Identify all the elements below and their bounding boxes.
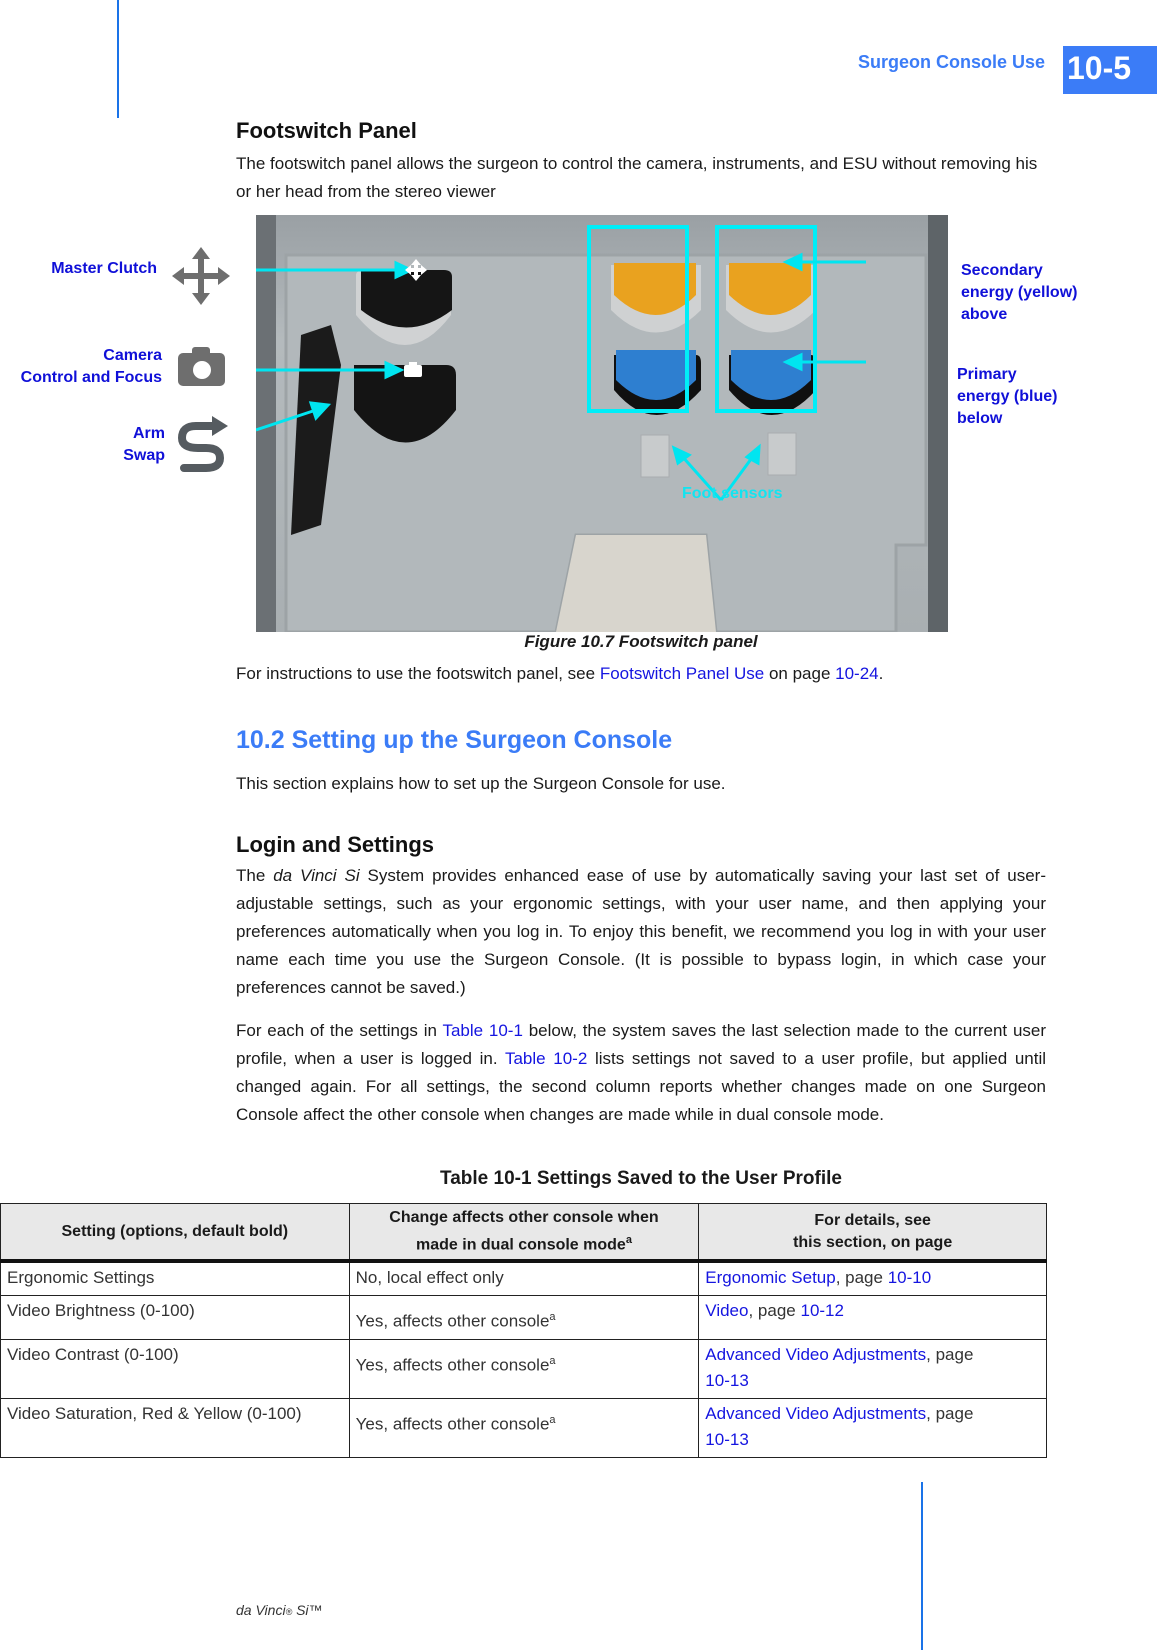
master-clutch-label: Master Clutch [51, 260, 157, 277]
cell-affects: No, local effect only [348, 1260, 700, 1297]
header-rule [117, 0, 119, 118]
page-number-badge: 10-5 [1063, 46, 1157, 94]
foot-sensor-right [767, 432, 797, 476]
footnote-marker: a [549, 1354, 556, 1367]
header-setting: Setting (options, default bold) [0, 1203, 350, 1264]
arm-swap-label-line1: Arm [132, 425, 165, 442]
cell-details: Video, page 10-12 [698, 1295, 1047, 1340]
camera-icon [178, 345, 226, 392]
affects-text: Yes, affects other console [355, 1414, 550, 1434]
table-10-1-link[interactable]: Table 10-1 [442, 1021, 522, 1040]
table-row: Video Contrast (0-100) Yes, affects othe… [0, 1338, 1047, 1399]
footswitch-panel-use-link[interactable]: Footswitch Panel Use [600, 664, 764, 683]
page-link[interactable]: 10-12 [800, 1301, 843, 1320]
details-link[interactable]: Video [705, 1301, 748, 1320]
page-prefix: , page [926, 1344, 974, 1364]
cell-setting: Video Brightness (0-100) [0, 1295, 350, 1340]
footer-rule [921, 1482, 923, 1650]
secondary-energy-label: Secondary energy (yellow) above [961, 260, 1077, 326]
page-link[interactable]: 10-10 [888, 1268, 931, 1287]
header-details-line1: For details, see [814, 1211, 931, 1229]
header-affects-line1: Change affects other console when [389, 1209, 659, 1226]
table-10-2-link[interactable]: Table 10-2 [505, 1049, 587, 1068]
foot-sensor-left [640, 434, 670, 478]
cell-affects: Yes, affects other consolea [348, 1338, 700, 1399]
figure-caption: Figure 10.7 Footswitch panel [524, 632, 758, 651]
table-row: Video Brightness (0-100) Yes, affects ot… [0, 1295, 1047, 1340]
affects-text: Yes, affects other console [355, 1311, 550, 1331]
details-link[interactable]: Advanced Video Adjustments [705, 1404, 926, 1423]
cell-setting: Ergonomic Settings [0, 1260, 350, 1297]
primary-line3: below [957, 410, 1003, 427]
footer-model: Si™ [292, 1602, 323, 1618]
instructions-suffix: . [878, 664, 884, 683]
cell-details: Advanced Video Adjustments, page 10-13 [698, 1397, 1047, 1458]
camera-label-line1: Camera [103, 347, 162, 364]
details-link[interactable]: Ergonomic Setup [705, 1268, 835, 1287]
details-link[interactable]: Advanced Video Adjustments [705, 1345, 926, 1364]
affects-text: No, local effect only [355, 1268, 504, 1288]
page-link[interactable]: 10-13 [705, 1371, 748, 1390]
page-prefix: , page [926, 1403, 974, 1423]
login-paragraph-1: The da Vinci Si System provides enhanced… [236, 862, 1046, 1002]
footswitch-photo [255, 215, 948, 634]
header-affects-line2: made in dual console mode [416, 1236, 626, 1254]
arm-swap-label-line2: Swap [123, 447, 165, 464]
product-name: da Vinci Si [273, 866, 360, 885]
cell-affects: Yes, affects other consolea [348, 1397, 700, 1458]
settings-table: Setting (options, default bold) Change a… [0, 1203, 1047, 1458]
footer-product: da Vinci® Si™ [236, 1602, 323, 1618]
login-heading: Login and Settings [236, 832, 434, 857]
primary-line2: energy (blue) [957, 388, 1058, 405]
cell-details: Ergonomic Setup, page 10-10 [698, 1260, 1047, 1297]
cell-setting: Video Saturation, Red & Yellow (0-100) [0, 1397, 350, 1458]
page-prefix: , page [835, 1268, 888, 1288]
footswitch-instructions: For instructions to use the footswitch p… [236, 660, 1046, 688]
instructions-middle: on page [764, 664, 836, 683]
para1-rest: System provides enhanced ease of use by … [236, 866, 1046, 997]
footswitch-intro: The footswitch panel allows the surgeon … [236, 154, 1038, 201]
login-paragraph-2: For each of the settings in Table 10-1 b… [236, 1017, 1046, 1129]
footswitch-figure: Foot sensors [255, 215, 948, 634]
page-prefix: , page [748, 1301, 801, 1321]
cell-setting: Video Contrast (0-100) [0, 1338, 350, 1399]
setup-intro: This section explains how to set up the … [236, 774, 726, 793]
footswitch-heading: Footswitch Panel [236, 118, 417, 143]
foot-sensors-label: Foot sensors [682, 485, 783, 502]
footnote-marker: a [549, 1413, 556, 1426]
table-title: Table 10-1 Settings Saved to the User Pr… [440, 1168, 842, 1189]
table-header-row: Setting (options, default bold) Change a… [0, 1203, 1047, 1264]
para1-prefix: The [236, 866, 274, 885]
secondary-line2: energy (yellow) [961, 284, 1078, 301]
footer-product-name: da Vinci [236, 1602, 286, 1618]
instructions-prefix: For instructions to use the footswitch p… [236, 664, 600, 683]
section-heading: 10.2 Setting up the Surgeon Console [236, 726, 673, 754]
header-affects: Change affects other console when made in… [348, 1203, 700, 1264]
affects-text: Yes, affects other console [355, 1355, 550, 1375]
cell-affects: Yes, affects other consolea [348, 1295, 700, 1340]
header-details-line2: this section, on page [793, 1233, 953, 1251]
page-10-24-link[interactable]: 10-24 [835, 664, 878, 683]
move-arrows-icon [170, 245, 232, 312]
camera-label-line2: Control and Focus [20, 369, 162, 386]
table-row: Video Saturation, Red & Yellow (0-100) Y… [0, 1397, 1047, 1458]
footnote-marker: a [549, 1311, 556, 1324]
section-title: Surgeon Console Use [857, 52, 1045, 72]
secondary-line1: Secondary [961, 262, 1043, 279]
primary-energy-label: Primary energy (blue) below [957, 364, 1057, 430]
arm-swap-icon [176, 416, 228, 477]
page-link[interactable]: 10-13 [705, 1430, 748, 1449]
secondary-line3: above [961, 306, 1008, 323]
camera-label: Camera Control and Focus [20, 345, 162, 389]
para2-a: For each of the settings in [236, 1021, 443, 1040]
primary-line1: Primary [957, 366, 1017, 383]
cell-details: Advanced Video Adjustments, page 10-13 [698, 1338, 1047, 1399]
header-details: For details, see this section, on page [698, 1203, 1047, 1264]
arm-swap-label: Arm Swap [20, 423, 165, 467]
table-row: Ergonomic Settings No, local effect only… [0, 1260, 1047, 1297]
footnote-marker: a [625, 1234, 632, 1246]
